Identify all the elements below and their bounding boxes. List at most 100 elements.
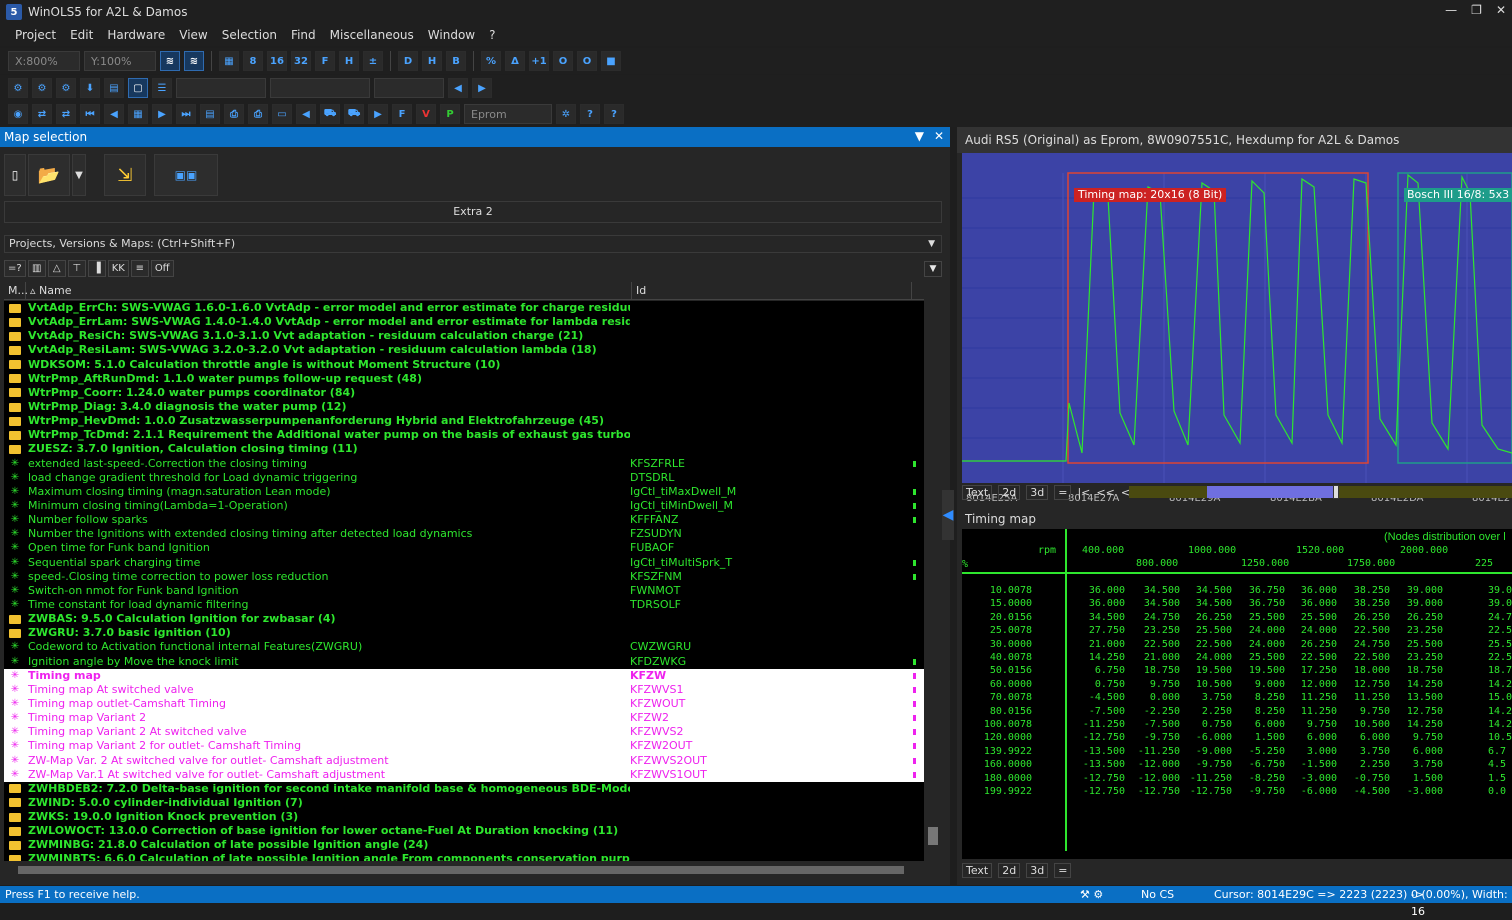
table-cell[interactable]: 24.000	[1233, 624, 1285, 637]
window-icon[interactable]: ▭	[272, 104, 292, 124]
table-cell[interactable]: 24.000	[1180, 651, 1232, 664]
list-item[interactable]: ✳ Minimum closing timing(Lambda=1-Operati…	[4, 499, 924, 513]
hex-icon[interactable]: H	[422, 51, 442, 71]
table-cell[interactable]: 11.250	[1285, 691, 1337, 704]
table-cell[interactable]: 22.5	[1488, 624, 1512, 637]
table-cell[interactable]: 25.5	[1488, 638, 1512, 651]
table-cell[interactable]: -13.500	[1073, 745, 1125, 758]
combo-2[interactable]	[270, 78, 370, 98]
combo-1[interactable]	[176, 78, 266, 98]
panel-menu-icon[interactable]: ▼	[915, 129, 924, 143]
table-cell[interactable]: 1.500	[1391, 772, 1443, 785]
table-row[interactable]: 50.0156 6.750 18.750 19.500 19.500 17.250 18.0…	[962, 664, 1512, 677]
table-cell[interactable]: 22.500	[1128, 638, 1180, 651]
table-cell[interactable]: 21.000	[1128, 651, 1180, 664]
table-cell[interactable]: 12.750	[1338, 678, 1390, 691]
document-icon[interactable]: ▤	[200, 104, 220, 124]
table-cell[interactable]: 0.750	[1073, 678, 1125, 691]
frame-icon[interactable]: ▢	[128, 78, 148, 98]
next-icon[interactable]: ▶	[152, 104, 172, 124]
folder-row[interactable]: VvtAdp_ResiCh: SWS-VWAG 3.1.0-3.1.0 Vvt …	[4, 329, 924, 343]
table-cell[interactable]: 10.5	[1488, 731, 1512, 744]
folder-row[interactable]: ZWHBDEB2: 7.2.0 Delta-base ignition for …	[4, 782, 924, 796]
table-cell[interactable]: 10.500	[1338, 718, 1390, 731]
table-cell[interactable]: -7.500	[1128, 718, 1180, 731]
minimize-icon[interactable]: —	[1445, 3, 1457, 17]
menu-selection[interactable]: Selection	[215, 28, 284, 42]
tab-equals[interactable]: =	[1054, 862, 1072, 878]
table-cell[interactable]: 24.750	[1338, 638, 1390, 651]
table-row[interactable]: 100.0078 -11.250 -7.500 0.750 6.000 9.750 10.5…	[962, 718, 1512, 731]
table-cell[interactable]: 23.250	[1128, 624, 1180, 637]
table-cell[interactable]: 14.2	[1488, 718, 1512, 731]
nav-prev-page-icon[interactable]: <<	[1096, 486, 1114, 499]
table-cell[interactable]: -7.500	[1073, 705, 1125, 718]
table-cell[interactable]: -8.250	[1233, 772, 1285, 785]
eprom-field[interactable]: Eprom	[464, 104, 552, 124]
download-icon[interactable]: ⬇	[80, 78, 100, 98]
p-icon[interactable]: P	[440, 104, 460, 124]
table-cell[interactable]: 34.500	[1128, 597, 1180, 610]
table-cell[interactable]: 0.0	[1488, 785, 1512, 798]
table-cell[interactable]: -11.250	[1128, 745, 1180, 758]
table-cell[interactable]: 36.000	[1073, 597, 1125, 610]
list-item[interactable]: ✳ Ignition angle by Move the knock limit K…	[4, 655, 924, 669]
new-doc-icon[interactable]: ▯	[4, 154, 26, 196]
list-item[interactable]: ✳ Timing map At switched valve KFZWVS1	[4, 682, 924, 697]
f-icon[interactable]: F	[392, 104, 412, 124]
grid-icon[interactable]: ▦	[219, 51, 239, 71]
table-cell[interactable]: -12.000	[1128, 772, 1180, 785]
table-cell[interactable]: -5.250	[1233, 745, 1285, 758]
table-cell[interactable]: 1.500	[1233, 731, 1285, 744]
folder-row[interactable]: VvtAdp_ErrLam: SWS-VWAG 1.4.0-1.4.0 VvtA…	[4, 315, 924, 329]
list-item[interactable]: ✳ ZW-Map Var. 2 At switched valve for out…	[4, 753, 924, 768]
table-cell[interactable]: 24.7	[1488, 611, 1512, 624]
connect-icon[interactable]: ⇄	[32, 104, 52, 124]
table-cell[interactable]: 22.5	[1488, 651, 1512, 664]
table-cell[interactable]: -13.500	[1073, 758, 1125, 771]
list-item[interactable]: ✳ Timing map outlet-Camshaft Timing KFZWOU…	[4, 696, 924, 712]
last-icon[interactable]: ⏭	[176, 104, 196, 124]
table-cell[interactable]: 38.250	[1338, 584, 1390, 597]
chip-icon[interactable]: ◉	[8, 104, 28, 124]
percent-icon[interactable]: %	[481, 51, 501, 71]
table-cell[interactable]: 9.000	[1233, 678, 1285, 691]
table-cell[interactable]: -6.750	[1233, 758, 1285, 771]
list-item[interactable]: ✳ Number the Ignitions with extended clos…	[4, 527, 924, 541]
table-cell[interactable]: 22.500	[1285, 651, 1337, 664]
list-item[interactable]: ✳ Number follow sparks KFFFANZ	[4, 513, 924, 527]
bits-16-icon[interactable]: 16	[267, 51, 287, 71]
table-cell[interactable]: 6.000	[1391, 745, 1443, 758]
dec-icon[interactable]: D	[398, 51, 418, 71]
folder-row[interactable]: ZUESZ: 3.7.0 Ignition, Calculation closi…	[4, 442, 924, 456]
table-cell[interactable]: 34.500	[1180, 584, 1232, 597]
import-icon[interactable]: ⇲	[104, 154, 146, 196]
list-item[interactable]: ✳ Timing map Variant 2 KFZW2	[4, 711, 924, 726]
list-item[interactable]: ✳ Open time for Funk band Ignition FUBAOF	[4, 541, 924, 555]
table-row[interactable]: 120.0000 -12.750 -9.750 -6.000 1.500 6.000 6.0…	[962, 731, 1512, 744]
table-cell[interactable]: -4.500	[1073, 691, 1125, 704]
first-icon[interactable]: ⏮	[80, 104, 100, 124]
nav-first-icon[interactable]: |<	[1077, 486, 1090, 499]
help-icon[interactable]: ?	[580, 104, 600, 124]
folder-row[interactable]: ZWMINBTS: 6.6.0 Calculation of late poss…	[4, 852, 924, 861]
table-cell[interactable]: -1.500	[1285, 758, 1337, 771]
list-item[interactable]: ✳ load change gradient threshold for Load…	[4, 471, 924, 485]
list-icon[interactable]: ☰	[152, 78, 172, 98]
waveform-icon[interactable]: ≋	[160, 51, 180, 71]
menu-project[interactable]: Project	[8, 28, 63, 42]
table-cell[interactable]: 26.250	[1391, 611, 1443, 624]
org-alt-icon[interactable]: O	[577, 51, 597, 71]
table-cell[interactable]: 38.250	[1338, 597, 1390, 610]
list-item[interactable]: ✳ Switch-on nmot for Funk band Ignition FW…	[4, 584, 924, 598]
bin-icon[interactable]: B	[446, 51, 466, 71]
table-cell[interactable]: 6.000	[1338, 731, 1390, 744]
table-cell[interactable]: -12.750	[1128, 785, 1180, 798]
table-cell[interactable]: 10.500	[1180, 678, 1232, 691]
table-cell[interactable]: 18.750	[1128, 664, 1180, 677]
table-cell[interactable]: -3.000	[1285, 772, 1337, 785]
menu-window[interactable]: Window	[421, 28, 482, 42]
folder-row[interactable]: ZWKS: 19.0.0 Ignition Knock prevention (…	[4, 810, 924, 824]
folder-row[interactable]: VvtAdp_ResiLam: SWS-VWAG 3.2.0-3.2.0 Vvt…	[4, 343, 924, 357]
table-cell[interactable]: 23.250	[1391, 624, 1443, 637]
